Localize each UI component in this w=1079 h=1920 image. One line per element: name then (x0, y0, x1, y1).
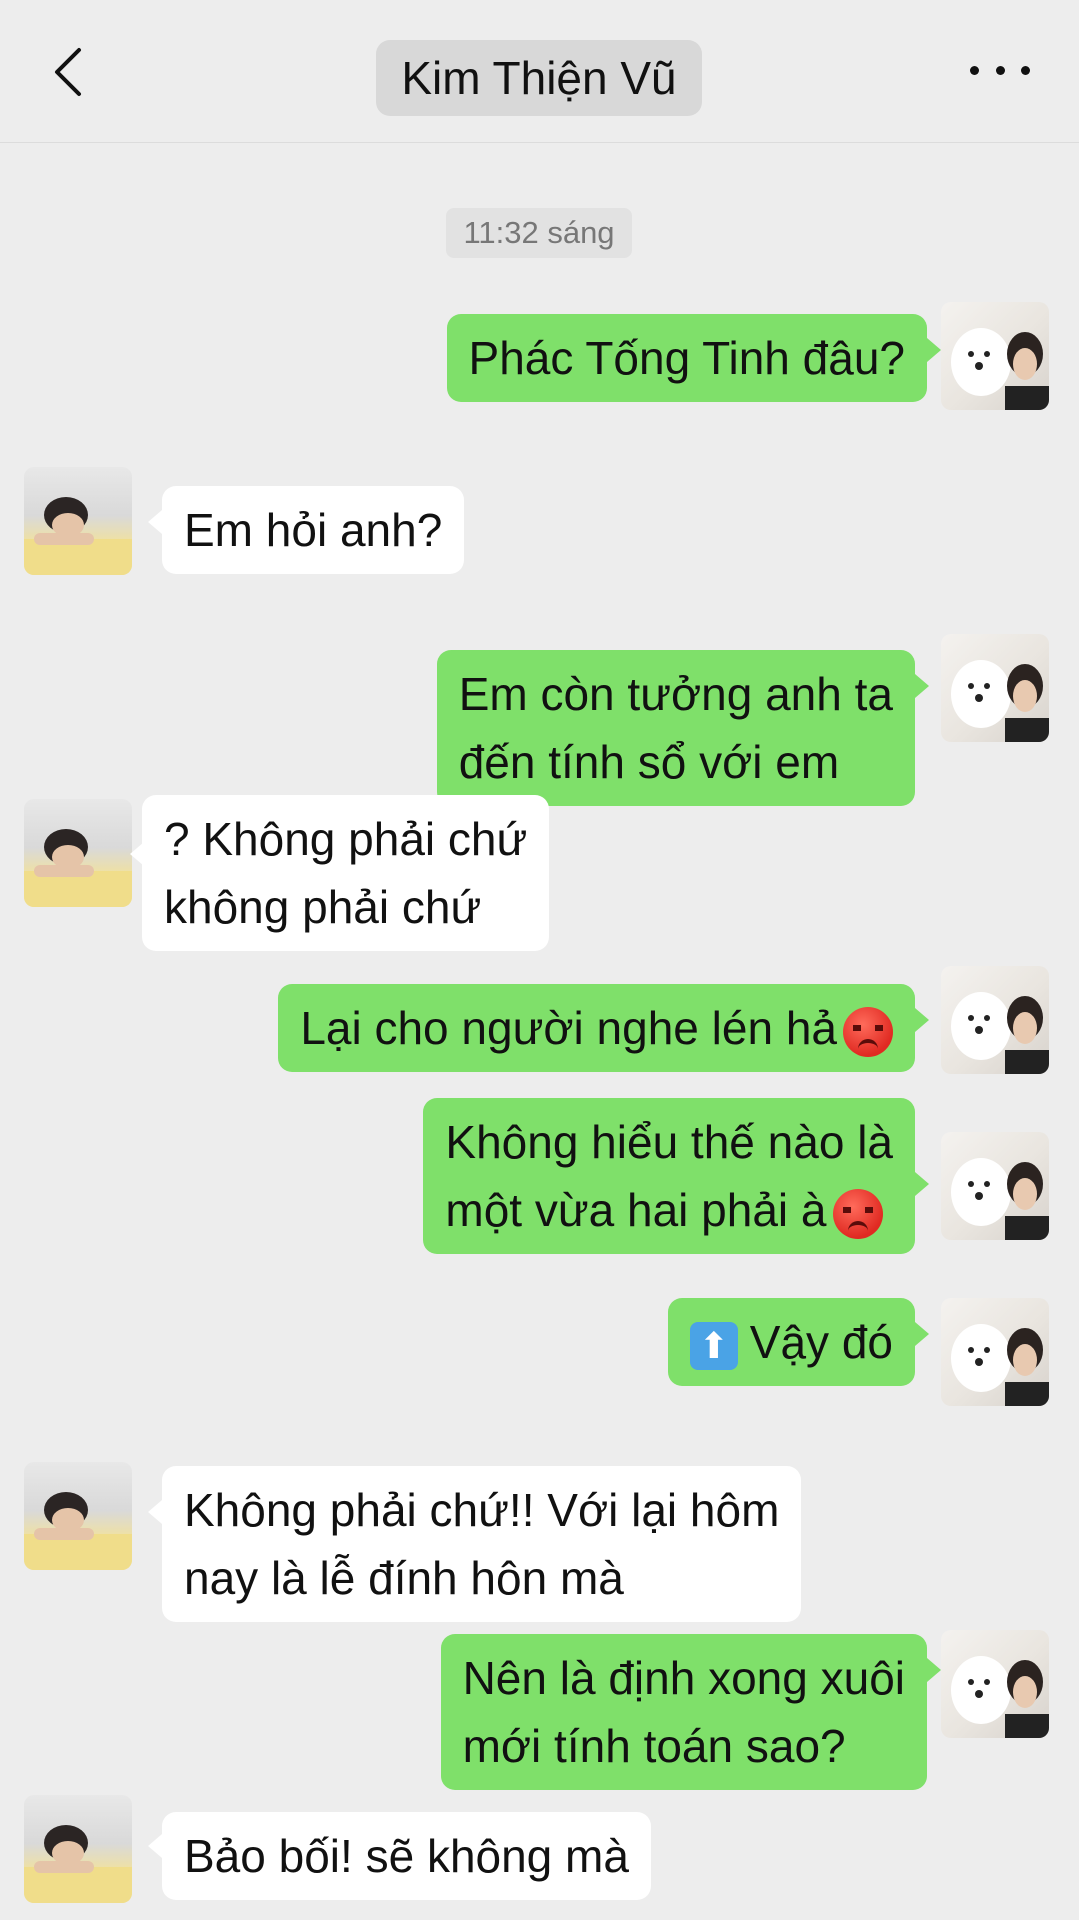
bubble-tail (927, 338, 941, 362)
message-text: một vừa hai phải à (445, 1184, 827, 1236)
avatar-self[interactable] (941, 1630, 1049, 1738)
up-arrow-icon: ⬆ (689, 1321, 738, 1370)
chat-title[interactable]: Kim Thiện Vũ (376, 40, 702, 116)
bubble-tail (915, 1008, 929, 1032)
avatar-self[interactable] (941, 966, 1049, 1074)
message-bubble-sent[interactable]: Phác Tống Tinh đâu? (446, 314, 927, 402)
chevron-left-icon[interactable] (48, 44, 88, 100)
avatar-contact[interactable] (24, 1795, 132, 1903)
message-bubble-received[interactable]: Bảo bối! sẽ không mà (162, 1812, 651, 1900)
avatar-self[interactable] (941, 1132, 1049, 1240)
avatar-contact[interactable] (24, 467, 132, 575)
avatar-self[interactable] (941, 302, 1049, 410)
message-text: Không phải chứ!! Với lại hôm (184, 1484, 780, 1536)
message-text: Lại cho người nghe lén hả (300, 1002, 837, 1054)
angry-face-icon (832, 1188, 883, 1239)
angry-face-icon (843, 1006, 893, 1057)
bubble-tail (915, 674, 929, 698)
bubble-tail (148, 510, 162, 534)
message-text: Nên là định xong xuôi (462, 1652, 905, 1704)
bubble-tail (915, 1322, 929, 1346)
message-text: Vậy đó (749, 1316, 893, 1368)
avatar-contact[interactable] (24, 1462, 132, 1570)
bubble-tail (148, 1500, 162, 1524)
avatar-self[interactable] (941, 634, 1049, 742)
message-text: đến tính sổ với em (458, 736, 840, 788)
message-bubble-sent[interactable]: Em còn tưởng anh ta đến tính sổ với em (436, 650, 915, 806)
message-text: Phác Tống Tinh đâu? (468, 332, 905, 384)
message-text: Không hiểu thế nào là (445, 1116, 893, 1168)
message-text: không phải chứ (164, 881, 482, 933)
chat-header: Kim Thiện Vũ (0, 0, 1079, 143)
message-text: Em còn tưởng anh ta (458, 668, 893, 720)
message-text: Bảo bối! sẽ không mà (184, 1830, 629, 1882)
message-bubble-received[interactable]: Em hỏi anh? (162, 486, 465, 574)
message-bubble-sent[interactable]: Lại cho người nghe lén hả (278, 984, 915, 1072)
message-bubble-sent[interactable]: Không hiểu thế nào là một vừa hai phải à (423, 1098, 915, 1254)
message-bubble-received[interactable]: ? Không phải chứ không phải chứ (142, 795, 550, 951)
avatar-contact[interactable] (24, 799, 132, 907)
message-timestamp: 11:32 sáng (446, 208, 632, 258)
bubble-tail (915, 1172, 929, 1196)
message-bubble-sent[interactable]: ⬆ Vậy đó (667, 1298, 915, 1386)
message-text: ? Không phải chứ (164, 813, 528, 865)
message-bubble-sent[interactable]: Nên là định xong xuôi mới tính toán sao? (440, 1634, 927, 1790)
message-bubble-received[interactable]: Không phải chứ!! Với lại hôm nay là lễ đ… (162, 1466, 802, 1622)
bubble-tail (927, 1658, 941, 1682)
message-text: mới tính toán sao? (462, 1720, 846, 1772)
message-text: Em hỏi anh? (184, 504, 443, 556)
bubble-tail (148, 1834, 162, 1858)
more-dots-icon[interactable] (970, 50, 1030, 90)
avatar-self[interactable] (941, 1298, 1049, 1406)
message-text: nay là lễ đính hôn mà (184, 1552, 624, 1604)
